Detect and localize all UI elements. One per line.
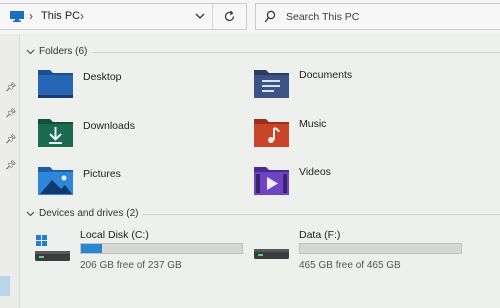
documents-folder-icon <box>254 70 289 98</box>
drive-usage-bar <box>299 243 462 254</box>
search-icon <box>264 10 276 23</box>
monitor-icon <box>10 11 24 22</box>
folder-label: Downloads <box>83 120 135 132</box>
section-title: Devices and drives (2) <box>39 208 139 219</box>
folder-music[interactable]: Music <box>253 115 453 155</box>
folder-label: Desktop <box>83 71 122 83</box>
nav-selected-indicator[interactable] <box>0 276 10 296</box>
drive-name: Data (F:) <box>299 229 341 241</box>
title-bar: › This PC › Search This PC <box>0 0 500 34</box>
folder-pictures[interactable]: Pictures <box>37 163 237 203</box>
section-title: Folders (6) <box>39 46 88 57</box>
drive-name: Local Disk (C:) <box>80 229 149 241</box>
music-folder-icon <box>254 119 289 147</box>
breadcrumb-this-pc[interactable]: This PC <box>41 10 80 22</box>
chevron-right-icon[interactable]: › <box>80 9 84 23</box>
desktop-folder-icon <box>38 70 73 98</box>
drive-f[interactable]: Data (F:) 465 GB free of 465 GB <box>253 229 473 277</box>
search-box[interactable]: Search This PC <box>255 3 500 30</box>
pin-icon[interactable]: 📌︎ <box>5 82 16 93</box>
downloads-folder-icon <box>38 119 73 147</box>
refresh-icon <box>224 10 235 22</box>
file-list: Folders (6) Desktop Documents Downloads … <box>21 34 500 308</box>
address-bar[interactable]: › This PC › <box>0 3 247 30</box>
folder-label: Documents <box>299 69 353 81</box>
hard-drive-icon <box>254 249 289 259</box>
search-input[interactable]: Search This PC <box>286 11 359 23</box>
folders-section-header[interactable]: Folders (6) <box>21 46 500 60</box>
folder-documents[interactable]: Documents <box>253 66 453 106</box>
drive-free-space: 206 GB free of 237 GB <box>80 260 182 271</box>
folder-label: Music <box>299 118 327 130</box>
chevron-down-icon <box>26 49 35 55</box>
pictures-folder-icon <box>38 167 73 195</box>
folder-desktop[interactable]: Desktop <box>37 66 237 106</box>
refresh-button[interactable] <box>212 4 246 29</box>
windows-drive-icon <box>35 235 70 261</box>
pin-icon[interactable]: 📌︎ <box>5 134 16 145</box>
drive-c[interactable]: Local Disk (C:) 206 GB free of 237 GB <box>34 229 254 277</box>
folder-label: Videos <box>299 166 331 178</box>
pin-icon[interactable]: 📌︎ <box>5 160 16 171</box>
divider <box>93 52 500 53</box>
folder-downloads[interactable]: Downloads <box>37 115 237 155</box>
divider <box>143 214 500 215</box>
drive-free-space: 465 GB free of 465 GB <box>299 260 401 271</box>
drive-usage-fill <box>81 244 102 253</box>
chevron-right-icon[interactable]: › <box>29 9 33 23</box>
folder-label: Pictures <box>83 168 121 180</box>
pin-icon[interactable]: 📌︎ <box>5 108 16 119</box>
chevron-down-icon[interactable] <box>194 10 206 22</box>
videos-folder-icon <box>254 167 289 195</box>
drive-usage-bar <box>80 243 243 254</box>
folder-videos[interactable]: Videos <box>253 163 453 203</box>
drives-section-header[interactable]: Devices and drives (2) <box>21 208 500 222</box>
navigation-pane: 📌︎ 📌︎ 📌︎ 📌︎ <box>0 34 20 308</box>
chevron-down-icon <box>26 211 35 217</box>
